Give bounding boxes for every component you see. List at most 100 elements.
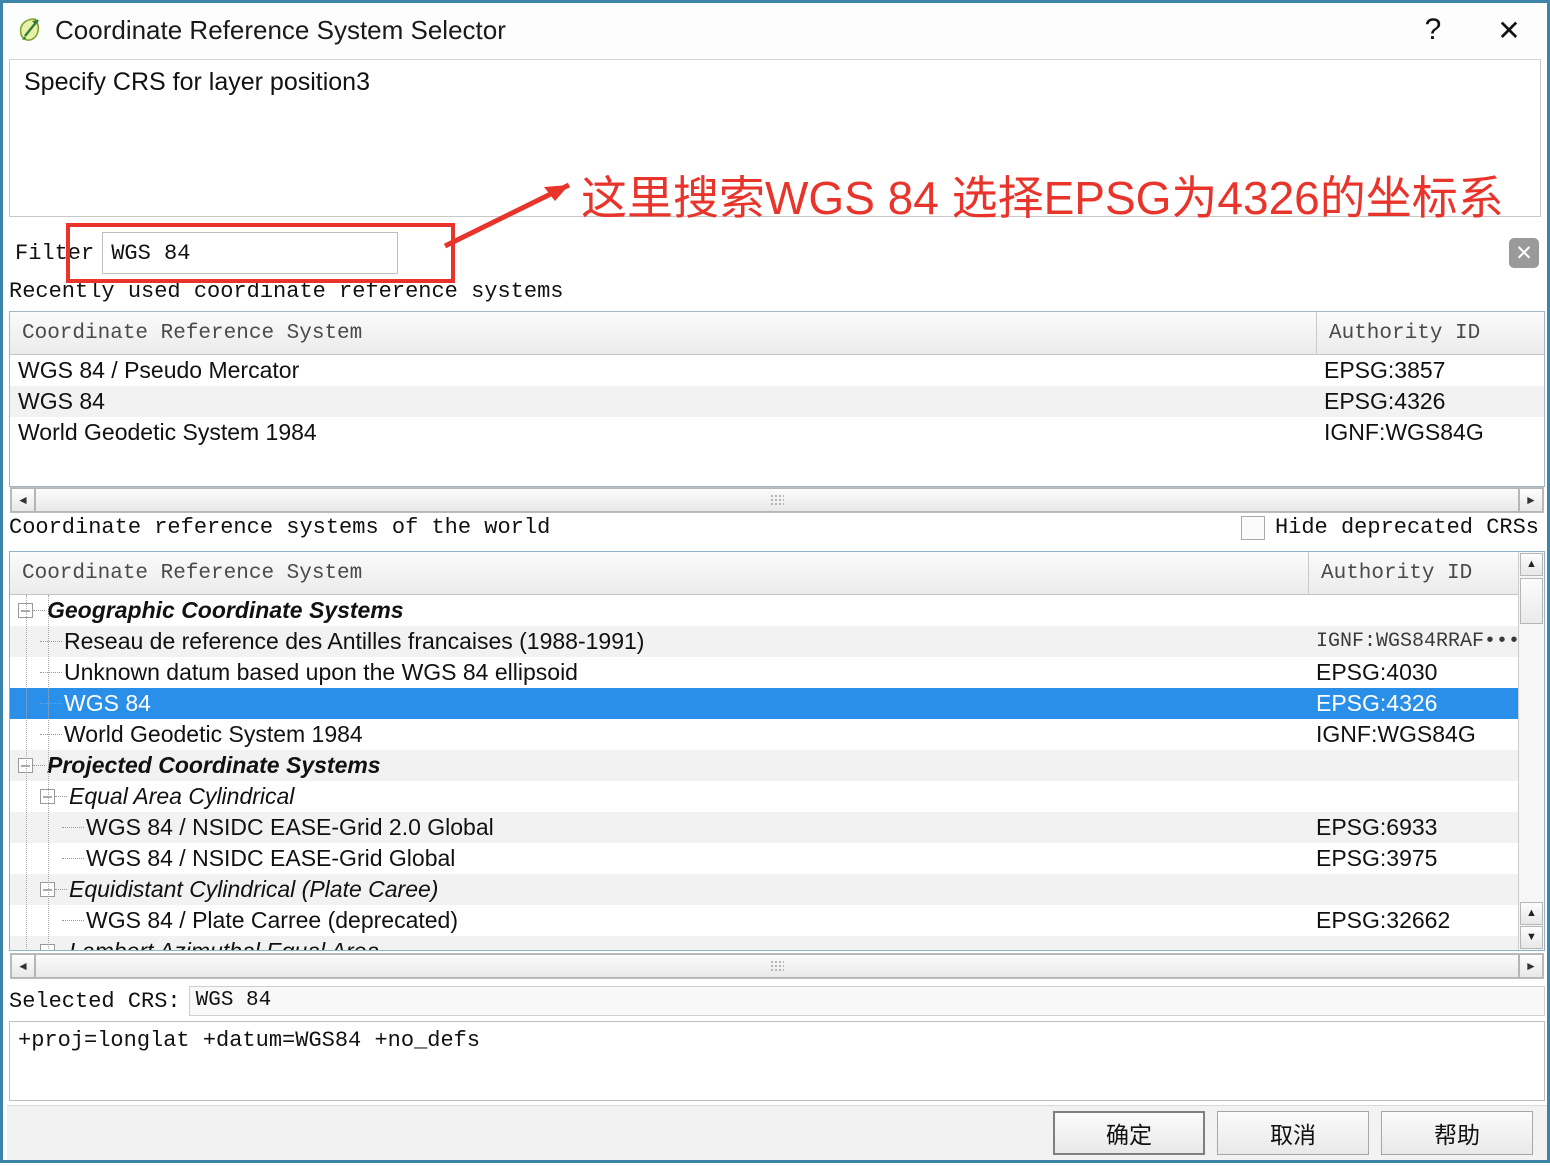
world-crs-label: Coordinate reference systems of the worl… [9,515,550,540]
recent-row-crs: WGS 84 / Pseudo Mercator [10,357,1316,384]
scroll-down-icon[interactable]: ▼ [1520,926,1543,949]
tree-row-label: WGS 84 / NSIDC EASE-Grid 2.0 Global [86,814,494,841]
window-title: Coordinate Reference System Selector [55,15,506,46]
tree-row-label: World Geodetic System 1984 [64,721,363,748]
tree-connector [62,920,84,922]
recent-row-authority: EPSG:4326 [1316,388,1544,415]
tree-connector [55,889,67,891]
world-crs-tree: Coordinate Reference System Authority ID… [9,551,1545,951]
qgis-leaf-icon [15,15,45,45]
world-horizontal-scrollbar[interactable]: ◄ ► [10,953,1544,979]
tree-row-authority: IGNF:WGS84G [1308,721,1518,748]
world-scroll-right-icon[interactable]: ► [1519,954,1543,978]
ok-button[interactable]: 确定 [1053,1111,1205,1155]
scroll-up-icon-secondary[interactable]: ▲ [1520,902,1543,925]
recent-scroll-track[interactable] [35,488,1519,512]
scroll-left-icon[interactable]: ◄ [11,488,35,512]
tree-connector [55,951,67,952]
hide-deprecated-checkbox[interactable]: Hide deprecated CRSs [1241,515,1539,540]
tree-connector [33,765,45,767]
tree-connector [40,703,62,705]
tree-row[interactable]: Geographic Coordinate Systems [10,595,1518,626]
recently-used-table: Coordinate Reference System Authority ID… [9,311,1545,487]
tree-row-name-cell: Reseau de reference des Antilles francai… [10,628,1308,655]
selected-crs-label: Selected CRS: [9,989,181,1014]
recent-col-authority[interactable]: Authority ID [1316,312,1544,354]
tree-guide-line [48,595,49,951]
tree-row[interactable]: Unknown datum based upon the WGS 84 elli… [10,657,1518,688]
hide-deprecated-label: Hide deprecated CRSs [1275,515,1539,540]
tree-row[interactable]: Projected Coordinate Systems [10,750,1518,781]
tree-row[interactable]: WGS 84 / NSIDC EASE-Grid 2.0 GlobalEPSG:… [10,812,1518,843]
tree-row-label: Geographic Coordinate Systems [47,597,404,624]
tree-connector [40,641,62,643]
tree-connector [62,858,84,860]
world-scroll-left-icon[interactable]: ◄ [11,954,35,978]
proj-string-box: +proj=longlat +datum=WGS84 +no_defs [9,1021,1545,1101]
recent-horizontal-scrollbar[interactable]: ◄ ► [10,487,1544,513]
tree-row-label: Lambert Azimuthal Equal Area [69,938,379,951]
tree-row-label: WGS 84 / NSIDC EASE-Grid Global [86,845,455,872]
tree-row[interactable]: Lambert Azimuthal Equal Area [10,936,1518,951]
tree-row-authority: IGNF:WGS84RRAF••• [1308,630,1518,653]
scroll-right-icon[interactable]: ► [1519,488,1543,512]
tree-row-name-cell: Equal Area Cylindrical [10,783,1308,810]
recent-row-crs: World Geodetic System 1984 [10,419,1316,446]
recent-row[interactable]: World Geodetic System 1984IGNF:WGS84G [10,417,1544,448]
tree-row-name-cell: World Geodetic System 1984 [10,721,1308,748]
tree-connector [40,672,62,674]
recent-rows: WGS 84 / Pseudo MercatorEPSG:3857WGS 84E… [10,355,1544,448]
recent-scroll-thumb[interactable] [35,488,1519,512]
world-col-crs[interactable]: Coordinate Reference System [10,552,1308,594]
tree-connector [62,827,84,829]
world-scroll-thumb[interactable] [1520,578,1543,624]
selected-crs-row: Selected CRS: WGS 84 [9,985,1545,1017]
close-icon[interactable]: ✕ [1471,4,1547,56]
tree-row-name-cell: Unknown datum based upon the WGS 84 elli… [10,659,1308,686]
hide-deprecated-checkbox-box[interactable] [1241,516,1265,540]
recent-col-crs[interactable]: Coordinate Reference System [10,312,1316,354]
tree-row-authority: EPSG:32662 [1308,907,1518,934]
cancel-button[interactable]: 取消 [1217,1111,1369,1155]
clear-filter-icon[interactable]: ✕ [1509,238,1539,268]
filter-input[interactable] [102,232,398,274]
tree-connector [40,734,62,736]
recent-table-header: Coordinate Reference System Authority ID [10,312,1544,355]
tree-row-name-cell: WGS 84 / NSIDC EASE-Grid 2.0 Global [10,814,1308,841]
recently-used-label: Recently used coordinate reference syste… [9,279,564,304]
world-tree-rows: Geographic Coordinate Systems Reseau de r… [10,595,1518,951]
help-icon[interactable]: ? [1395,4,1471,56]
tree-row-label: Projected Coordinate Systems [47,752,381,779]
tree-row[interactable]: Equidistant Cylindrical (Plate Caree) [10,874,1518,905]
scroll-up-icon[interactable]: ▲ [1520,553,1543,576]
tree-row-authority: EPSG:4030 [1308,659,1518,686]
dialog-button-bar: 确定 取消 帮助 [7,1105,1547,1160]
world-col-authority[interactable]: Authority ID [1308,552,1518,594]
tree-connector [55,796,67,798]
recent-row[interactable]: WGS 84 / Pseudo MercatorEPSG:3857 [10,355,1544,386]
tree-row[interactable]: WGS 84 / Plate Carree (deprecated)EPSG:3… [10,905,1518,936]
tree-row[interactable]: Reseau de reference des Antilles francai… [10,626,1518,657]
tree-row[interactable]: WGS 84 / NSIDC EASE-Grid Global EPSG:3975 [10,843,1518,874]
tree-row-label: Reseau de reference des Antilles francai… [64,628,644,655]
tree-row-authority: EPSG:3975 [1308,845,1518,872]
filter-row: Filter ✕ [9,231,1545,275]
tree-row-name-cell: Lambert Azimuthal Equal Area [10,938,1308,951]
tree-row[interactable]: World Geodetic System 1984 IGNF:WGS84G [10,719,1518,750]
tree-row[interactable]: Equal Area Cylindrical [10,781,1518,812]
recent-row-authority: EPSG:3857 [1316,357,1544,384]
tree-row-label: WGS 84 [64,690,151,717]
recent-row-authority: IGNF:WGS84G [1316,419,1544,446]
tree-row-authority: EPSG:4326 [1308,690,1518,717]
tree-connector [33,610,45,612]
recent-row[interactable]: WGS 84EPSG:4326 [10,386,1544,417]
tree-row-name-cell: Equidistant Cylindrical (Plate Caree) [10,876,1308,903]
help-button[interactable]: 帮助 [1381,1111,1533,1155]
world-scroll-track[interactable] [35,954,1519,978]
specify-crs-panel: Specify CRS for layer position3 [9,59,1541,217]
tree-row[interactable]: WGS 84 EPSG:4326 [10,688,1518,719]
filter-label: Filter [15,241,94,266]
world-vertical-scrollbar[interactable]: ▲ ▲ ▼ [1518,552,1544,950]
world-table-header: Coordinate Reference System Authority ID [10,552,1518,595]
world-scroll-h-thumb[interactable] [35,954,1519,978]
